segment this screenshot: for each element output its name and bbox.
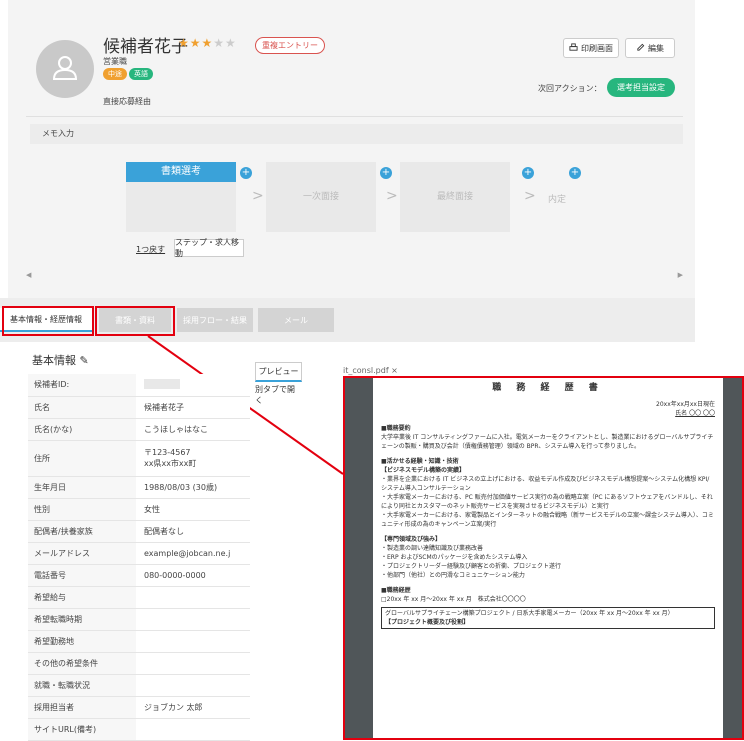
field-value [136, 586, 250, 609]
info-row: 就職・転職状況 [28, 674, 250, 697]
info-row: サイトURL(備考) [28, 718, 250, 741]
field-label: 性別 [28, 498, 136, 521]
field-label: メールアドレス [28, 542, 136, 565]
field-label: 採用担当者 [28, 696, 136, 719]
highlight-box [343, 376, 744, 740]
field-value: 080-0000-0000 [136, 564, 250, 587]
section-title: 基本情報 ✎ [32, 354, 89, 367]
info-row: メールアドレス example@jobcan.ne.j [28, 542, 250, 565]
info-row: 住所 〒123-4567 xx県xx市xx町 [28, 440, 250, 477]
field-value [136, 652, 250, 675]
info-row: 生年月日 1988/08/03 (30歳) [28, 476, 250, 499]
field-value: こうほしゃはなこ [136, 418, 250, 441]
field-value: 配偶者なし [136, 520, 250, 543]
field-label: その他の希望条件 [28, 652, 136, 675]
file-tab[interactable]: it_consl.pdf × [343, 366, 398, 375]
field-label: 生年月日 [28, 476, 136, 499]
info-row: 性別 女性 [28, 498, 250, 521]
field-label: 候補者ID: [28, 374, 136, 397]
field-label: 住所 [28, 440, 136, 477]
info-row: 氏名(かな) こうほしゃはなこ [28, 418, 250, 441]
info-row: 氏名 候補者花子 [28, 396, 250, 419]
field-value: 女性 [136, 498, 250, 521]
field-value [136, 718, 250, 741]
info-row: 配偶者/扶養家族 配偶者なし [28, 520, 250, 543]
field-value [136, 630, 250, 653]
field-label: 配偶者/扶養家族 [28, 520, 136, 543]
field-value: 候補者花子 [136, 396, 250, 419]
field-label: 希望給与 [28, 586, 136, 609]
field-value: 〒123-4567 xx県xx市xx町 [136, 440, 250, 477]
info-row: 希望勤務地 [28, 630, 250, 653]
field-label: 希望転職時期 [28, 608, 136, 631]
info-row: 採用担当者 ジョブカン 太郎 [28, 696, 250, 719]
field-value [136, 608, 250, 631]
field-value [136, 374, 250, 397]
field-value [136, 674, 250, 697]
info-row: 電話番号 080-0000-0000 [28, 564, 250, 587]
field-label: 希望勤務地 [28, 630, 136, 653]
field-label: 就職・転職状況 [28, 674, 136, 697]
info-row: 希望給与 [28, 586, 250, 609]
basic-info-table: 候補者ID: 氏名 候補者花子 氏名(かな) こうほしゃはなこ 住所 〒123-4567 xx… [28, 374, 250, 741]
field-label: 電話番号 [28, 564, 136, 587]
field-value: 1988/08/03 (30歳) [136, 476, 250, 499]
preview-tab[interactable]: プレビュー [255, 362, 302, 382]
field-value: example@jobcan.ne.j [136, 542, 250, 565]
field-value: ジョブカン 太郎 [136, 696, 250, 719]
open-new-tab-button[interactable]: 別タブで開く [255, 385, 302, 405]
info-row: 候補者ID: [28, 374, 250, 397]
field-label: サイトURL(備考) [28, 718, 136, 741]
redacted-value [144, 378, 180, 389]
info-row: その他の希望条件 [28, 652, 250, 675]
pencil-icon[interactable]: ✎ [80, 354, 89, 367]
field-label: 氏名(かな) [28, 418, 136, 441]
info-row: 希望転職時期 [28, 608, 250, 631]
field-label: 氏名 [28, 396, 136, 419]
